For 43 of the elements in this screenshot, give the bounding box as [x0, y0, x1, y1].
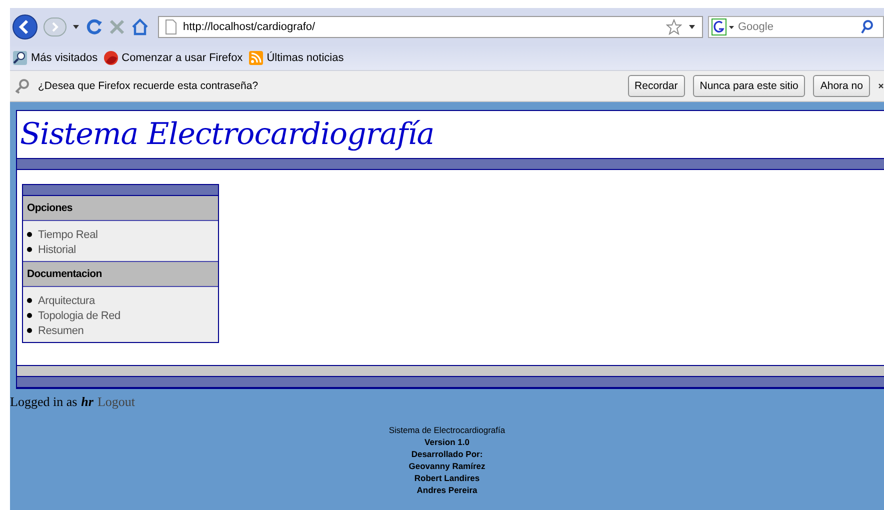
bullet-icon[interactable] — [27, 313, 32, 318]
notification-button[interactable]: Ahora no — [813, 75, 870, 97]
search-bar[interactable]: Google — [708, 16, 884, 38]
notification-message: ¿Desea que Firefox recuerde esta contraseña? — [38, 80, 258, 92]
dropdown-icon[interactable] — [688, 22, 696, 30]
search-icon[interactable] — [861, 20, 873, 34]
footer-line: Geovanny Ramírez — [408, 460, 486, 472]
bullet-icon[interactable] — [27, 328, 32, 333]
home-icon[interactable] — [131, 18, 149, 36]
menu-link[interactable]: Historial — [38, 244, 76, 256]
back-button[interactable] — [12, 14, 38, 40]
footer-line: Robert Landires — [414, 472, 480, 484]
page-icon[interactable] — [165, 18, 177, 34]
footer-line: Sistema de Electrocardiografía — [388, 424, 506, 436]
address-bar[interactable]: http://localhost/cardiografo/ — [158, 16, 703, 38]
reload-icon[interactable] — [85, 18, 103, 36]
notification-button[interactable]: Recordar — [628, 75, 685, 97]
close-icon[interactable] — [878, 82, 884, 90]
key-icon[interactable] — [14, 78, 30, 94]
bookmark-link[interactable]: Últimas noticias — [248, 50, 344, 66]
star-icon[interactable] — [666, 18, 682, 34]
notification-button[interactable]: Nunca para este sitio — [692, 75, 806, 97]
bookmark-link[interactable]: Comenzar a usar Firefox — [102, 50, 243, 66]
dropdown-icon[interactable] — [72, 22, 80, 30]
menu-heading: Documentacion — [23, 262, 218, 287]
bullet-icon[interactable] — [27, 298, 32, 303]
bookmark-link[interactable]: Más visitados — [12, 50, 98, 66]
menu-link[interactable]: Resumen — [38, 324, 84, 336]
footer-line: Version 1.0 — [424, 436, 470, 448]
flame-icon[interactable] — [102, 50, 119, 66]
magnifier-icon[interactable] — [12, 50, 28, 66]
menu-heading: Opciones — [23, 196, 218, 221]
menu-link[interactable]: Arquitectura — [38, 294, 95, 306]
bullet-icon[interactable] — [27, 247, 32, 252]
user-name: hr — [81, 394, 94, 410]
menu-link[interactable]: Topologia de Red — [38, 310, 120, 322]
footer-line: Desarrollado Por: — [411, 448, 483, 460]
menu-link[interactable]: Tiempo Real — [38, 228, 98, 240]
login-text: Logged in as — [10, 394, 78, 410]
search-engine-icon[interactable] — [711, 18, 735, 36]
bullet-icon[interactable] — [27, 232, 32, 237]
site-title: Sistema Electrocardiografía — [20, 117, 434, 152]
footer-line: Andres Pereira — [416, 484, 478, 496]
